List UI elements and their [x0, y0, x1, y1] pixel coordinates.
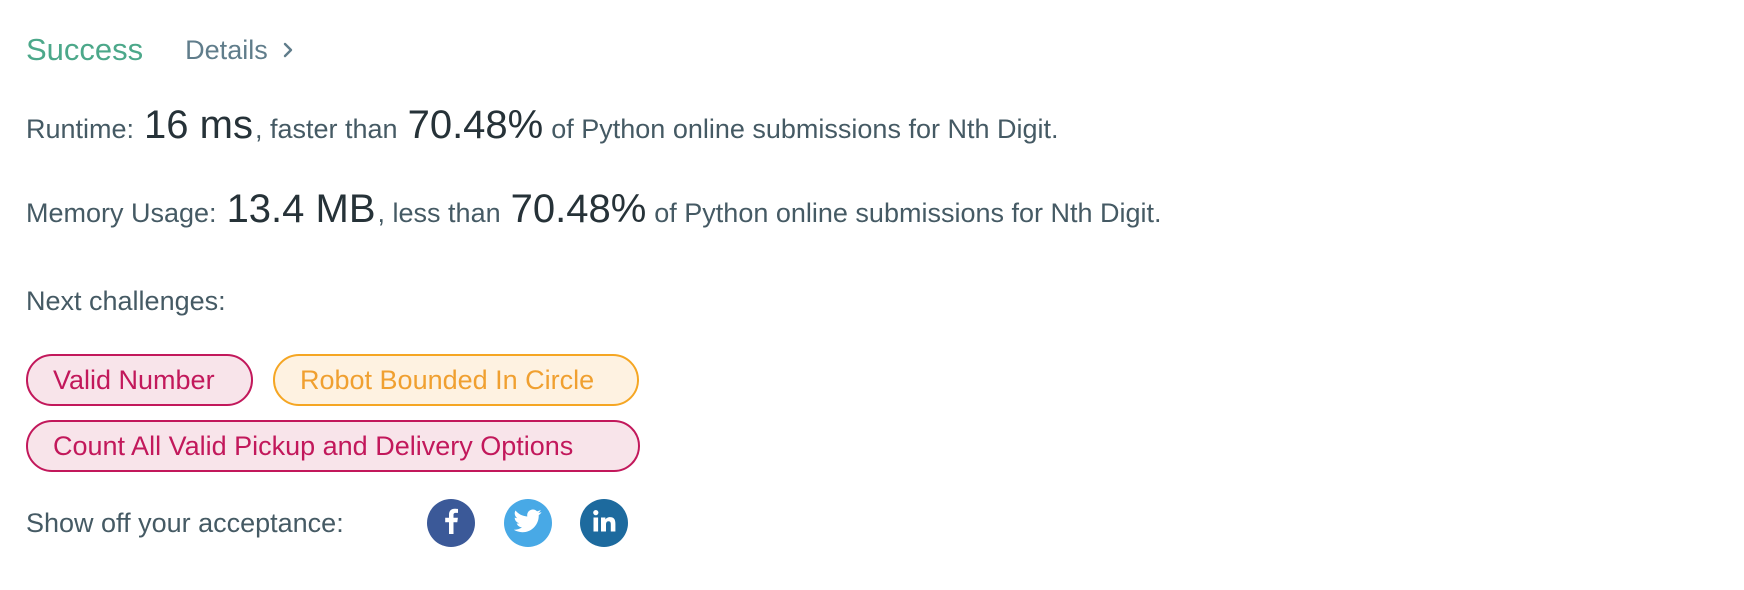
challenge-title: Valid Number: [53, 364, 215, 395]
share-twitter-button[interactable]: [504, 499, 552, 547]
runtime-suffix: of Python online submissions for Nth Dig…: [551, 114, 1059, 144]
challenge-tag-count-pickup-delivery[interactable]: Count All Valid Pickup and Delivery Opti…: [26, 420, 640, 472]
share-facebook-button[interactable]: [427, 499, 475, 547]
runtime-stat: Runtime: 16 ms , faster than 70.48% of P…: [26, 103, 1059, 148]
runtime-label: Runtime:: [26, 114, 135, 144]
memory-comparison: , less than: [377, 198, 501, 228]
challenge-tag-robot-bounded-in-circle[interactable]: Robot Bounded In Circle: [273, 354, 639, 406]
details-label: Details: [185, 34, 268, 65]
result-header: Success Details: [26, 28, 294, 72]
submission-result-panel: Success Details Runtime: 16 ms , faster …: [0, 0, 1744, 590]
chevron-right-icon: [282, 41, 294, 59]
share-linkedin-button[interactable]: [580, 499, 628, 547]
memory-suffix: of Python online submissions for Nth Dig…: [654, 198, 1162, 228]
status-label: Success: [26, 32, 144, 67]
challenge-title: Count All Valid Pickup and Delivery Opti…: [53, 430, 574, 461]
memory-stat: Memory Usage: 13.4 MB , less than 70.48%…: [26, 187, 1162, 232]
twitter-icon: [513, 508, 542, 538]
memory-label: Memory Usage:: [26, 198, 217, 228]
runtime-percent: 70.48%: [407, 103, 544, 147]
share-label: Show off your acceptance:: [26, 508, 344, 538]
linkedin-icon: [592, 509, 616, 538]
runtime-value: 16 ms: [144, 103, 253, 147]
facebook-icon: [440, 508, 462, 539]
challenge-title: Robot Bounded In Circle: [300, 364, 595, 395]
memory-percent: 70.48%: [510, 187, 647, 231]
challenge-tag-valid-number[interactable]: Valid Number: [26, 354, 253, 406]
details-link[interactable]: Details: [185, 35, 294, 66]
runtime-comparison: , faster than: [254, 114, 398, 144]
memory-value: 13.4 MB: [226, 187, 376, 231]
next-challenges-label: Next challenges:: [26, 286, 226, 316]
